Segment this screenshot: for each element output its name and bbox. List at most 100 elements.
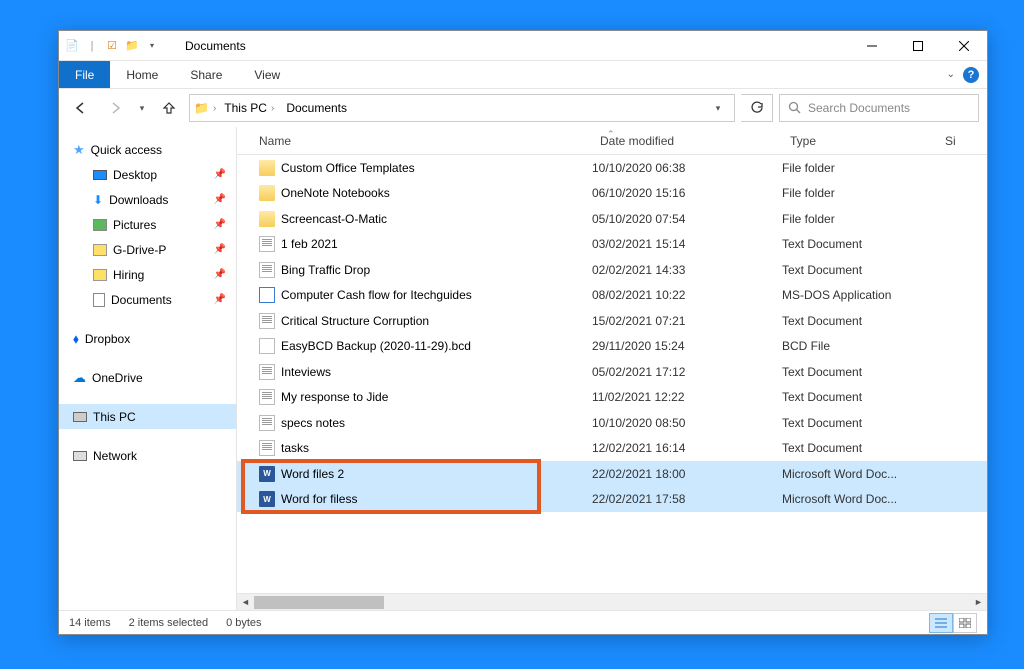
- titlebar[interactable]: 📄 | ☑ 📁 ▾ Documents: [59, 31, 987, 61]
- sidebar-item-gdrive[interactable]: G-Drive-P📌: [59, 237, 236, 262]
- pin-icon: 📌: [214, 169, 226, 180]
- file-type: Microsoft Word Doc...: [782, 492, 937, 506]
- dropbox-icon: ⬧: [73, 331, 79, 347]
- folder-icon: [259, 211, 275, 227]
- location-icon: 📁: [194, 101, 209, 115]
- properties-qat-icon[interactable]: ☑: [103, 37, 121, 55]
- help-icon[interactable]: ?: [963, 67, 979, 83]
- tab-share[interactable]: Share: [174, 61, 238, 88]
- file-type: Text Document: [782, 441, 937, 455]
- breadcrumb-documents[interactable]: Documents: [282, 99, 351, 117]
- view-thumbnails-button[interactable]: [953, 613, 977, 633]
- pin-icon: 📌: [214, 294, 226, 305]
- sidebar-item-desktop[interactable]: Desktop📌: [59, 162, 236, 187]
- sidebar-quick-access[interactable]: ★Quick access: [59, 137, 236, 162]
- file-type: Text Document: [782, 263, 937, 277]
- sidebar-item-hiring[interactable]: Hiring📌: [59, 262, 236, 287]
- tab-file[interactable]: File: [59, 61, 110, 88]
- breadcrumb-sep-icon[interactable]: ›: [213, 103, 216, 114]
- file-row[interactable]: WWord for filess22/02/2021 17:58Microsof…: [237, 487, 987, 513]
- file-date: 29/11/2020 15:24: [592, 339, 782, 353]
- maximize-button[interactable]: [895, 31, 941, 61]
- sidebar-item-pictures[interactable]: Pictures📌: [59, 212, 236, 237]
- sidebar-network[interactable]: Network: [59, 443, 236, 468]
- scroll-left-icon[interactable]: ◄: [237, 594, 254, 611]
- file-date: 08/02/2021 10:22: [592, 288, 782, 302]
- star-icon: ★: [73, 142, 85, 158]
- close-button[interactable]: [941, 31, 987, 61]
- column-name[interactable]: Name: [237, 127, 592, 154]
- up-button[interactable]: [155, 94, 183, 122]
- sidebar-this-pc[interactable]: This PC: [59, 404, 236, 429]
- horizontal-scrollbar[interactable]: ◄ ►: [237, 593, 987, 610]
- new-folder-qat-icon[interactable]: 📁: [123, 37, 141, 55]
- file-row[interactable]: Critical Structure Corruption 15/02/2021 …: [237, 308, 987, 334]
- address-dropdown-icon[interactable]: ▾: [706, 95, 730, 121]
- file-row[interactable]: tasks12/02/2021 16:14Text Document: [237, 436, 987, 462]
- file-row[interactable]: specs notes10/10/2020 08:50Text Document: [237, 410, 987, 436]
- file-type: Text Document: [782, 314, 937, 328]
- text-file-icon: [259, 440, 275, 456]
- minimize-button[interactable]: [849, 31, 895, 61]
- column-date[interactable]: Date modified: [592, 127, 782, 154]
- file-row[interactable]: Screencast-O-Matic05/10/2020 07:54File f…: [237, 206, 987, 232]
- word-file-icon: W: [259, 491, 275, 507]
- file-date: 05/02/2021 17:12: [592, 365, 782, 379]
- recent-dropdown-icon[interactable]: ▾: [135, 94, 149, 122]
- file-name: Critical Structure Corruption: [281, 314, 429, 328]
- tab-view[interactable]: View: [238, 61, 296, 88]
- file-date: 15/02/2021 07:21: [592, 314, 782, 328]
- statusbar: 14 items 2 items selected 0 bytes: [59, 610, 987, 634]
- text-file-icon: [259, 364, 275, 380]
- file-name: OneNote Notebooks: [281, 186, 390, 200]
- folder-icon: [259, 160, 275, 176]
- addressbar[interactable]: 📁 › This PC› Documents ▾: [189, 94, 735, 122]
- file-row[interactable]: WWord files 222/02/2021 18:00Microsoft W…: [237, 461, 987, 487]
- file-row[interactable]: OneNote Notebooks06/10/2020 15:16File fo…: [237, 181, 987, 207]
- file-row[interactable]: 1 feb 202103/02/2021 15:14Text Document: [237, 232, 987, 258]
- sidebar-onedrive[interactable]: ☁OneDrive: [59, 365, 236, 390]
- bcd-file-icon: [259, 338, 275, 354]
- file-row[interactable]: Inteviews05/02/2021 17:12Text Document: [237, 359, 987, 385]
- breadcrumb-this-pc[interactable]: This PC›: [220, 99, 278, 117]
- file-row[interactable]: My response to Jide11/02/2021 12:22Text …: [237, 385, 987, 411]
- file-row[interactable]: EasyBCD Backup (2020-11-29).bcd29/11/202…: [237, 334, 987, 360]
- column-size[interactable]: Si: [937, 127, 987, 154]
- file-name: 1 feb 2021: [281, 237, 338, 251]
- scroll-right-icon[interactable]: ►: [970, 594, 987, 611]
- file-type: File folder: [782, 161, 937, 175]
- file-date: 22/02/2021 17:58: [592, 492, 782, 506]
- column-type[interactable]: Type: [782, 127, 937, 154]
- file-rows[interactable]: Custom Office Templates10/10/2020 06:38F…: [237, 155, 987, 593]
- tab-home[interactable]: Home: [110, 61, 174, 88]
- file-date: 11/02/2021 12:22: [592, 390, 782, 404]
- file-date: 22/02/2021 18:00: [592, 467, 782, 481]
- gdrive-icon: [93, 244, 107, 256]
- text-file-icon: [259, 415, 275, 431]
- back-button[interactable]: [67, 94, 95, 122]
- status-bytes: 0 bytes: [226, 617, 261, 629]
- ribbon-expand-icon[interactable]: ⌄: [947, 69, 955, 80]
- file-row[interactable]: Bing Traffic Drop02/02/2021 14:33Text Do…: [237, 257, 987, 283]
- search-input[interactable]: Search Documents: [779, 94, 979, 122]
- sidebar: ★Quick access Desktop📌 ⬇Downloads📌 Pictu…: [59, 127, 237, 610]
- pc-icon: [73, 412, 87, 422]
- file-row[interactable]: Custom Office Templates10/10/2020 06:38F…: [237, 155, 987, 181]
- file-type: MS-DOS Application: [782, 288, 937, 302]
- file-date: 03/02/2021 15:14: [592, 237, 782, 251]
- search-icon: [788, 101, 802, 115]
- scroll-thumb[interactable]: [254, 596, 384, 609]
- sidebar-item-downloads[interactable]: ⬇Downloads📌: [59, 187, 236, 212]
- sidebar-item-documents[interactable]: Documents📌: [59, 287, 236, 312]
- file-type: Text Document: [782, 390, 937, 404]
- qat-dropdown-icon[interactable]: ▾: [143, 37, 161, 55]
- refresh-button[interactable]: [741, 94, 773, 122]
- documents-icon: [93, 293, 105, 307]
- file-name: Computer Cash flow for Itechguides: [281, 288, 472, 302]
- file-name: Bing Traffic Drop: [281, 263, 370, 277]
- text-file-icon: [259, 262, 275, 278]
- text-file-icon: [259, 313, 275, 329]
- file-row[interactable]: Computer Cash flow for Itechguides 08/02/…: [237, 283, 987, 309]
- view-details-button[interactable]: [929, 613, 953, 633]
- sidebar-dropbox[interactable]: ⬧Dropbox: [59, 326, 236, 351]
